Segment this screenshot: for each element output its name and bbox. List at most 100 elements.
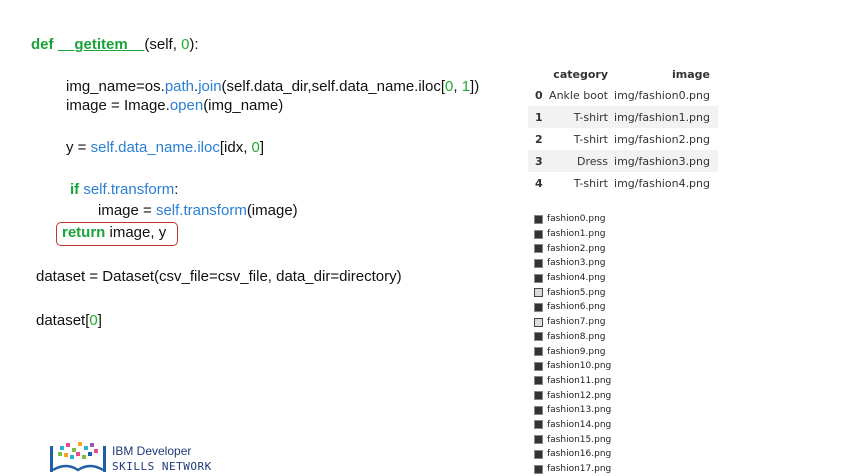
code-number: 1 xyxy=(461,78,471,95)
def-keyword: def xyxy=(31,36,54,53)
brand-name: IBM Developer xyxy=(112,444,192,458)
function-name: __getitem__ xyxy=(57,36,145,53)
code-text: , xyxy=(453,78,462,95)
row-index: 0 xyxy=(535,89,543,102)
image-thumbnail-icon xyxy=(534,273,543,283)
cell-image: img/fashion1.png xyxy=(614,111,710,124)
image-thumbnail-icon xyxy=(534,332,543,342)
code-text: ]) xyxy=(470,78,480,95)
file-name: fashion9.png xyxy=(547,346,606,357)
file-item[interactable]: fashion10.png xyxy=(534,359,611,374)
if-keyword: if xyxy=(70,181,80,198)
code-text: (self, xyxy=(144,36,182,53)
code-text: dataset[ xyxy=(36,312,90,329)
code-func: path xyxy=(164,78,195,95)
code-text: image = xyxy=(98,202,156,219)
code-line-img-name: img_name=os.path.join(self.data_dir,self… xyxy=(66,78,479,96)
code-text: ): xyxy=(189,36,199,53)
file-name: fashion0.png xyxy=(547,214,606,225)
code-text: y = xyxy=(66,139,91,156)
code-attr: self.data_name.iloc xyxy=(90,139,220,156)
cell-image: img/fashion0.png xyxy=(614,89,710,102)
file-item[interactable]: fashion7.png xyxy=(534,315,611,330)
file-name: fashion16.png xyxy=(547,449,612,460)
file-name: fashion12.png xyxy=(547,390,612,401)
file-item[interactable]: fashion13.png xyxy=(534,403,611,418)
image-thumbnail-icon xyxy=(534,214,543,224)
file-item[interactable]: fashion16.png xyxy=(534,447,611,462)
row-index: 4 xyxy=(535,177,543,190)
code-text: img_name=os. xyxy=(66,78,165,95)
file-name: fashion15.png xyxy=(547,434,612,445)
file-name: fashion3.png xyxy=(547,258,606,269)
cell-category: T-shirt xyxy=(573,177,608,190)
file-item[interactable]: fashion5.png xyxy=(534,285,611,300)
cell-category: Ankle boot xyxy=(549,89,608,102)
code-text: (image) xyxy=(246,202,298,219)
row-index: 3 xyxy=(535,155,543,168)
code-text: ] xyxy=(97,312,102,329)
code-number: 0 xyxy=(89,312,98,329)
image-thumbnail-icon xyxy=(534,435,543,445)
code-text: (self.data_dir,self.data_name.iloc[ xyxy=(221,78,446,95)
file-name: fashion10.png xyxy=(547,361,612,372)
image-thumbnail-icon xyxy=(534,288,543,298)
image-thumbnail-icon xyxy=(534,347,543,357)
file-item[interactable]: fashion4.png xyxy=(534,271,611,286)
image-thumbnail-icon xyxy=(534,302,543,312)
file-name: fashion6.png xyxy=(547,302,606,313)
table-row: 1 T-shirt img/fashion1.png xyxy=(528,106,718,128)
code-text: ] xyxy=(259,139,265,156)
header-category: category xyxy=(553,68,608,81)
image-thumbnail-icon xyxy=(534,229,543,239)
image-thumbnail-icon xyxy=(534,244,543,254)
file-item[interactable]: fashion1.png xyxy=(534,227,611,242)
file-name: fashion14.png xyxy=(547,419,612,430)
code-func: join xyxy=(198,78,222,95)
image-thumbnail-icon xyxy=(534,258,543,268)
file-name: fashion5.png xyxy=(547,287,606,298)
image-thumbnail-icon xyxy=(534,361,543,371)
code-line-image-open: image = Image.open(img_name) xyxy=(66,97,283,115)
table-row: 3 Dress img/fashion3.png xyxy=(528,150,718,172)
file-item[interactable]: fashion9.png xyxy=(534,344,611,359)
file-item[interactable]: fashion0.png xyxy=(534,212,611,227)
file-item[interactable]: fashion2.png xyxy=(534,241,611,256)
file-name: fashion4.png xyxy=(547,273,606,284)
file-item[interactable]: fashion11.png xyxy=(534,374,611,389)
code-text: image = Image. xyxy=(66,97,170,114)
file-item[interactable]: fashion12.png xyxy=(534,388,611,403)
dataframe-table: category image 0 Ankle boot img/fashion0.p… xyxy=(528,66,718,194)
header-image: image xyxy=(672,68,710,81)
code-text: image, y xyxy=(105,224,167,241)
code-attr: self.transform xyxy=(79,181,175,198)
file-name: fashion13.png xyxy=(547,405,612,416)
code-text: [idx, xyxy=(219,139,252,156)
table-row: 2 T-shirt img/fashion2.png xyxy=(528,128,718,150)
code-func: open xyxy=(169,97,204,114)
cell-category: T-shirt xyxy=(573,133,608,146)
code-text: : xyxy=(174,181,179,198)
table-row: 4 T-shirt img/fashion4.png xyxy=(528,172,718,194)
file-name: fashion8.png xyxy=(547,331,606,342)
file-name: fashion7.png xyxy=(547,317,606,328)
image-thumbnail-icon xyxy=(534,449,543,459)
file-item[interactable]: fashion14.png xyxy=(534,418,611,433)
code-line-if: if self.transform: xyxy=(70,181,178,199)
cell-category: T-shirt xyxy=(573,111,608,124)
code-text: (img_name) xyxy=(203,97,284,114)
cell-image: img/fashion4.png xyxy=(614,177,710,190)
code-line-transform: image = self.transform(image) xyxy=(98,202,298,220)
file-item[interactable]: fashion3.png xyxy=(534,256,611,271)
cell-image: img/fashion3.png xyxy=(614,155,710,168)
image-thumbnail-icon xyxy=(534,405,543,415)
image-thumbnail-icon xyxy=(534,420,543,430)
code-line-return: return image, y xyxy=(62,224,166,242)
file-item[interactable]: fashion15.png xyxy=(534,432,611,447)
file-name: fashion11.png xyxy=(547,375,612,386)
file-item[interactable]: fashion6.png xyxy=(534,300,611,315)
file-item[interactable]: fashion8.png xyxy=(534,330,611,345)
ibm-skills-network-logo xyxy=(50,442,106,472)
table-row: 0 Ankle boot img/fashion0.png xyxy=(528,84,718,106)
code-line-dataset: dataset = Dataset(csv_file=csv_file, dat… xyxy=(36,268,402,286)
